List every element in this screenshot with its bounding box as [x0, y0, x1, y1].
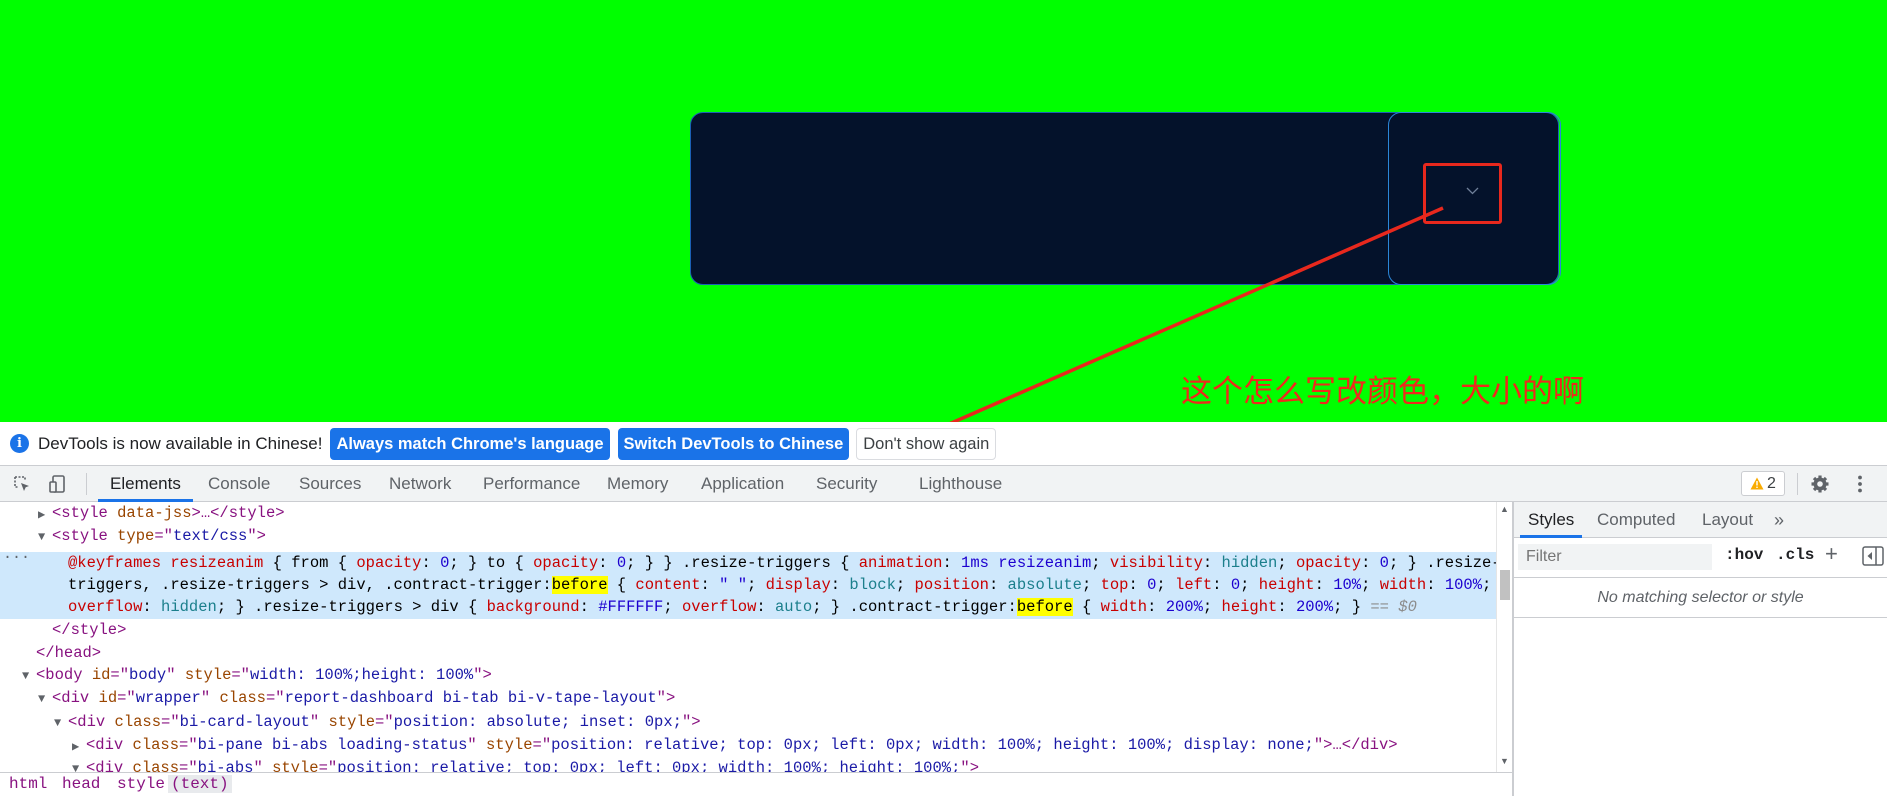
selected-node-marker: == $0	[1370, 598, 1417, 616]
styles-filter-input[interactable]	[1518, 544, 1712, 570]
page-viewport: 这个怎么写改颜色，大小的啊	[0, 0, 1887, 422]
dom-line-body[interactable]: <body id="body" style="width: 100%;heigh…	[36, 664, 492, 687]
styles-tab-bar: Styles Computed Layout »	[1514, 502, 1887, 538]
more-options-icon[interactable]	[1850, 474, 1870, 494]
hover-state-toggle[interactable]: :hov	[1725, 546, 1763, 564]
gear-icon[interactable]	[1810, 474, 1830, 494]
dom-line-wrapper-div[interactable]: <div id="wrapper" class="report-dashboar…	[52, 687, 675, 710]
css-text-line-1[interactable]: @keyframes resizeanim { from { opacity: …	[68, 552, 1496, 575]
tab-lighthouse[interactable]: Lighthouse	[919, 466, 1002, 502]
elements-dom-tree: ▶ <style data-jss>…</style> ▼ <style typ…	[0, 502, 1496, 772]
toolbar-divider-right	[1797, 473, 1798, 495]
new-style-rule-plus-icon[interactable]: +	[1825, 541, 1838, 567]
node-actions-ellipsis-icon[interactable]: ···	[3, 549, 30, 566]
breadcrumb-html[interactable]: html	[9, 775, 47, 793]
dom-line-style-jss[interactable]: <style data-jss>…</style>	[52, 502, 285, 525]
annotation-text: 这个怎么写改颜色，大小的啊	[1181, 374, 1584, 410]
dom-line-head-close[interactable]: </head>	[36, 642, 101, 665]
dom-line-loading-pane-div[interactable]: <div class="bi-pane bi-abs loading-statu…	[86, 734, 1398, 757]
breadcrumb-head[interactable]: head	[62, 775, 100, 793]
inspect-element-icon[interactable]	[12, 474, 32, 494]
css-text-line-2[interactable]: triggers, .resize-triggers > div, .contr…	[68, 574, 1491, 597]
scroll-up-icon[interactable]: ▲	[1500, 504, 1509, 514]
tab-memory[interactable]: Memory	[607, 466, 668, 502]
annotation-highlight-box	[1423, 163, 1502, 224]
styles-filter-row: :hov .cls +	[1514, 538, 1887, 578]
breadcrumb: html head style (text)	[0, 772, 1512, 796]
breadcrumb-style[interactable]: style	[117, 775, 165, 793]
tab-styles[interactable]: Styles	[1520, 502, 1583, 538]
collapse-triangle-icon[interactable]: ▼	[38, 692, 45, 706]
collapse-triangle-icon[interactable]: ▼	[54, 716, 61, 730]
dom-line-bi-abs-div[interactable]: <div class="bi-abs" style="position: rel…	[86, 757, 979, 772]
tab-security[interactable]: Security	[816, 466, 877, 502]
switch-to-chinese-button[interactable]: Switch DevTools to Chinese	[617, 427, 850, 460]
styles-sidebar: Styles Computed Layout » :hov .cls + No …	[1514, 502, 1887, 796]
tab-computed[interactable]: Computed	[1597, 502, 1675, 538]
scrollbar-thumb[interactable]	[1500, 570, 1510, 600]
toggle-sidebar-icon[interactable]	[1862, 546, 1884, 566]
tab-performance[interactable]: Performance	[483, 466, 580, 502]
warning-icon	[1750, 477, 1764, 490]
info-icon: i	[10, 434, 29, 453]
devtools-tab-bar: Elements Console Sources Network Perform…	[0, 465, 1887, 502]
collapse-triangle-icon[interactable]: ▼	[38, 530, 45, 544]
css-text-line-3[interactable]: overflow: hidden; } .resize-triggers > d…	[68, 596, 1417, 619]
dom-line-style-close[interactable]: </style>	[52, 619, 126, 642]
collapse-triangle-icon[interactable]: ▼	[22, 669, 29, 683]
class-toggle[interactable]: .cls	[1776, 546, 1814, 564]
tab-elements[interactable]: Elements	[98, 466, 193, 502]
dont-show-again-button[interactable]: Don't show again	[856, 427, 997, 460]
toolbar-divider	[86, 473, 87, 495]
device-toolbar-icon[interactable]	[48, 474, 68, 494]
tab-console[interactable]: Console	[208, 466, 270, 502]
collapse-triangle-icon[interactable]: ▼	[72, 762, 79, 772]
warnings-count: 2	[1767, 474, 1776, 492]
dom-tree-scrollbar[interactable]: ▲ ▼	[1496, 502, 1512, 772]
tab-application[interactable]: Application	[701, 466, 784, 502]
dom-line-card-layout-div[interactable]: <div class="bi-card-layout" style="posit…	[68, 711, 701, 734]
warnings-badge[interactable]: 2	[1741, 471, 1785, 496]
tab-layout[interactable]: Layout	[1702, 502, 1753, 538]
tab-sources[interactable]: Sources	[299, 466, 361, 502]
infobar-message: DevTools is now available in Chinese!	[38, 433, 323, 453]
tab-network[interactable]: Network	[389, 466, 451, 502]
more-tabs-chevron-icon[interactable]: »	[1774, 502, 1784, 538]
expand-triangle-icon[interactable]: ▶	[38, 507, 45, 522]
expand-triangle-icon[interactable]: ▶	[72, 739, 79, 754]
devtools-language-infobar: i DevTools is now available in Chinese! …	[0, 422, 1887, 465]
dom-line-style-css[interactable]: <style type="text/css">	[52, 525, 266, 548]
always-match-language-button[interactable]: Always match Chrome's language	[330, 427, 610, 460]
scroll-down-icon[interactable]: ▼	[1500, 756, 1509, 766]
no-matching-style-message: No matching selector or style	[1514, 578, 1887, 618]
breadcrumb-text[interactable]: (text)	[168, 775, 232, 793]
